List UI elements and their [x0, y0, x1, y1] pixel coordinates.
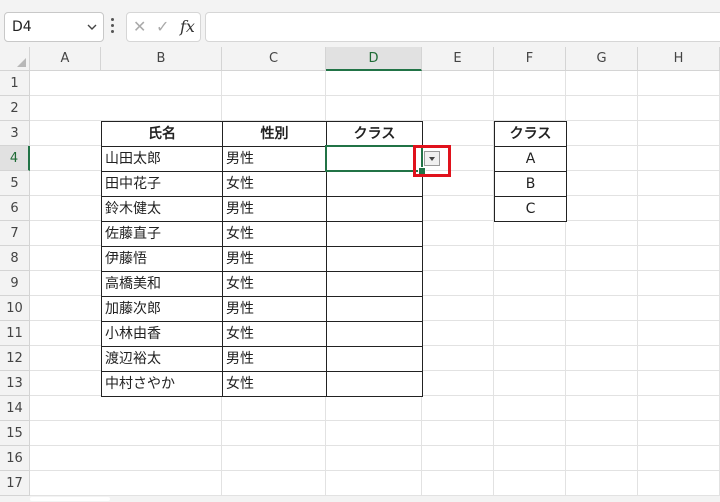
- gender-cell[interactable]: 男性: [222, 246, 327, 272]
- name-cell[interactable]: 山田太郎: [101, 146, 223, 172]
- row-header-2[interactable]: 2: [0, 96, 30, 121]
- row-header-6[interactable]: 6: [0, 196, 30, 221]
- gender-cell[interactable]: 男性: [222, 346, 327, 372]
- class-list-item[interactable]: B: [494, 171, 567, 197]
- column-header-d[interactable]: D: [326, 47, 422, 71]
- row-header-11[interactable]: 11: [0, 321, 30, 346]
- gridline: [30, 95, 720, 96]
- class-cell[interactable]: [326, 371, 423, 397]
- highlight-box: [413, 145, 451, 177]
- name-cell[interactable]: 渡辺裕太: [101, 346, 223, 372]
- column-header-f[interactable]: F: [494, 47, 566, 71]
- name-cell[interactable]: 伊藤悟: [101, 246, 223, 272]
- horizontal-scrollbar[interactable]: [0, 496, 720, 502]
- row-header-13[interactable]: 13: [0, 371, 30, 396]
- formula-input[interactable]: [205, 12, 720, 42]
- worksheet-grid[interactable]: A B C D E F G H 1 2 3 4 5 6 7 8 9 10 11 12 13 14 15 16 17 氏名 性別 クラス…: [0, 47, 720, 502]
- gridline: [30, 470, 720, 471]
- select-all-icon: [17, 58, 26, 67]
- table-header-gender[interactable]: 性別: [222, 121, 327, 147]
- gender-cell[interactable]: 女性: [222, 171, 327, 197]
- row-header-1[interactable]: 1: [0, 71, 30, 96]
- gender-cell[interactable]: 男性: [222, 146, 327, 172]
- enter-icon[interactable]: ✓: [156, 13, 169, 41]
- insert-function-button[interactable]: fx: [180, 13, 195, 41]
- name-cell[interactable]: 中村さやか: [101, 371, 223, 397]
- gender-cell[interactable]: 女性: [222, 271, 327, 297]
- gender-cell[interactable]: 女性: [222, 321, 327, 347]
- class-cell[interactable]: [326, 296, 423, 322]
- name-box-value: D4: [12, 19, 32, 35]
- column-header-a[interactable]: A: [30, 47, 101, 71]
- row-header-7[interactable]: 7: [0, 221, 30, 246]
- class-cell[interactable]: [326, 171, 423, 197]
- formula-bar: D4 ✕ ✓ fx: [0, 0, 720, 47]
- row-header-17[interactable]: 17: [0, 471, 30, 496]
- name-cell[interactable]: 小林由香: [101, 321, 223, 347]
- row-header-4[interactable]: 4: [0, 146, 30, 171]
- row-header-3[interactable]: 3: [0, 121, 30, 146]
- row-header-9[interactable]: 9: [0, 271, 30, 296]
- class-cell[interactable]: [326, 271, 423, 297]
- class-list-item[interactable]: A: [494, 146, 567, 172]
- gridline: [30, 420, 720, 421]
- column-header-c[interactable]: C: [222, 47, 326, 71]
- name-cell[interactable]: 加藤次郎: [101, 296, 223, 322]
- gridline: [637, 71, 638, 502]
- column-header-e[interactable]: E: [422, 47, 494, 71]
- table-header-name[interactable]: 氏名: [101, 121, 223, 147]
- more-options-icon[interactable]: [111, 18, 115, 36]
- gender-cell[interactable]: 女性: [222, 371, 327, 397]
- gridline: [30, 445, 720, 446]
- class-list-item[interactable]: C: [494, 196, 567, 222]
- column-header-b[interactable]: B: [101, 47, 222, 71]
- class-cell[interactable]: [326, 246, 423, 272]
- column-header-g[interactable]: G: [566, 47, 638, 71]
- name-box[interactable]: D4: [4, 12, 104, 42]
- row-header-14[interactable]: 14: [0, 396, 30, 421]
- row-header-10[interactable]: 10: [0, 296, 30, 321]
- row-header-8[interactable]: 8: [0, 246, 30, 271]
- name-cell[interactable]: 佐藤直子: [101, 221, 223, 247]
- name-cell[interactable]: 田中花子: [101, 171, 223, 197]
- gender-cell[interactable]: 男性: [222, 296, 327, 322]
- gender-cell[interactable]: 男性: [222, 196, 327, 222]
- class-cell[interactable]: [326, 196, 423, 222]
- class-list-header[interactable]: クラス: [494, 121, 567, 147]
- gender-cell[interactable]: 女性: [222, 221, 327, 247]
- table-header-class[interactable]: クラス: [326, 121, 423, 147]
- chevron-down-icon[interactable]: [85, 13, 99, 41]
- select-all-button[interactable]: [0, 47, 30, 71]
- class-cell[interactable]: [326, 346, 423, 372]
- class-cell[interactable]: [326, 321, 423, 347]
- name-cell[interactable]: 鈴木健太: [101, 196, 223, 222]
- row-header-15[interactable]: 15: [0, 421, 30, 446]
- cancel-icon[interactable]: ✕: [133, 13, 146, 41]
- column-header-h[interactable]: H: [638, 47, 720, 71]
- row-header-16[interactable]: 16: [0, 446, 30, 471]
- name-cell[interactable]: 高橋美和: [101, 271, 223, 297]
- row-header-5[interactable]: 5: [0, 171, 30, 196]
- active-cell-d4[interactable]: [325, 145, 423, 172]
- row-header-12[interactable]: 12: [0, 346, 30, 371]
- class-cell[interactable]: [326, 221, 423, 247]
- formula-buttons: ✕ ✓ fx: [126, 12, 201, 42]
